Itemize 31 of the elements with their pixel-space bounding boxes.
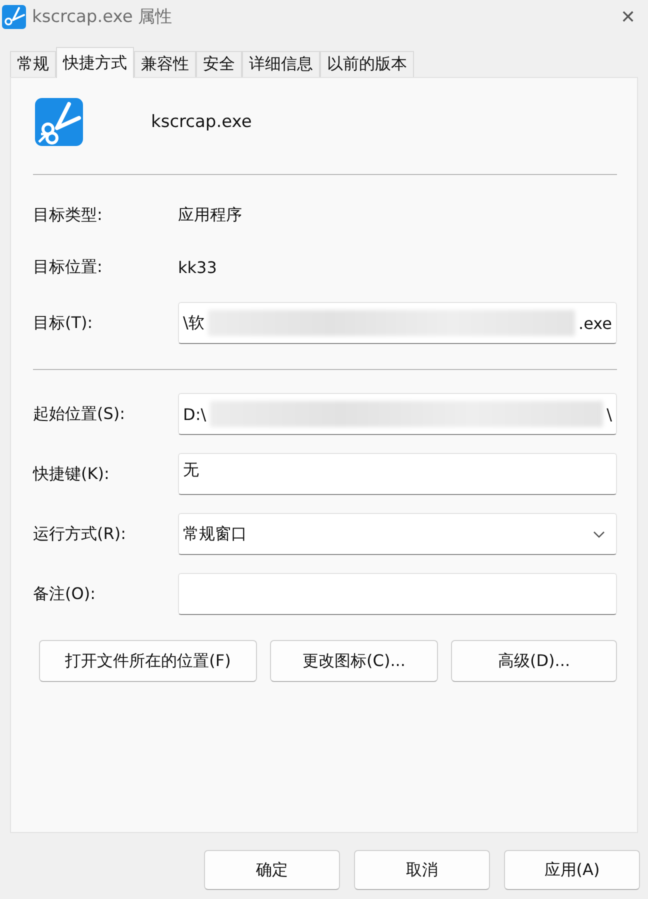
input-field[interactable] [178, 573, 617, 615]
start-location-field[interactable]: D:\ \ [178, 393, 617, 435]
run-mode-dropdown[interactable]: 常规窗口 [178, 513, 617, 555]
field-value: 应用程序 [178, 204, 243, 226]
field-label: 运行方式(R): [33, 524, 127, 544]
dialog-button[interactable]: 确定 [204, 850, 340, 890]
action-button[interactable]: 更改图标(C)... [270, 640, 438, 682]
file-name: kscrcap.exe [151, 112, 252, 132]
field-label: 快捷键(K): [33, 464, 110, 484]
input-field[interactable]: 无 [178, 453, 617, 495]
dialog-button[interactable]: 应用(A) [504, 850, 640, 890]
field-label: 起始位置(S): [33, 404, 126, 424]
field-label: 目标位置: [33, 256, 104, 278]
field-label: 备注(O): [33, 584, 96, 604]
tab[interactable]: 详细信息 [242, 51, 320, 77]
tab[interactable]: 安全 [196, 51, 242, 77]
target-field[interactable]: \软 .exe [178, 302, 617, 344]
action-button[interactable]: 打开文件所在的位置(F) [39, 640, 257, 682]
tab[interactable]: 常规 [10, 51, 56, 77]
tab[interactable]: 快捷方式 [56, 47, 134, 78]
field-label: 目标类型: [33, 204, 104, 226]
close-button[interactable]: ✕ [608, 0, 648, 33]
action-button[interactable]: 高级(D)... [451, 640, 617, 682]
dialog-button[interactable]: 取消 [354, 850, 490, 890]
scissors-app-icon [35, 98, 83, 146]
field-value: kk33 [178, 258, 218, 276]
field-label: 目标(T): [33, 312, 94, 334]
scissors-app-icon [2, 4, 26, 28]
tab[interactable]: 以前的版本 [320, 51, 414, 77]
window-title: kscrcap.exe 属性 [32, 6, 174, 28]
tab[interactable]: 兼容性 [134, 51, 196, 77]
